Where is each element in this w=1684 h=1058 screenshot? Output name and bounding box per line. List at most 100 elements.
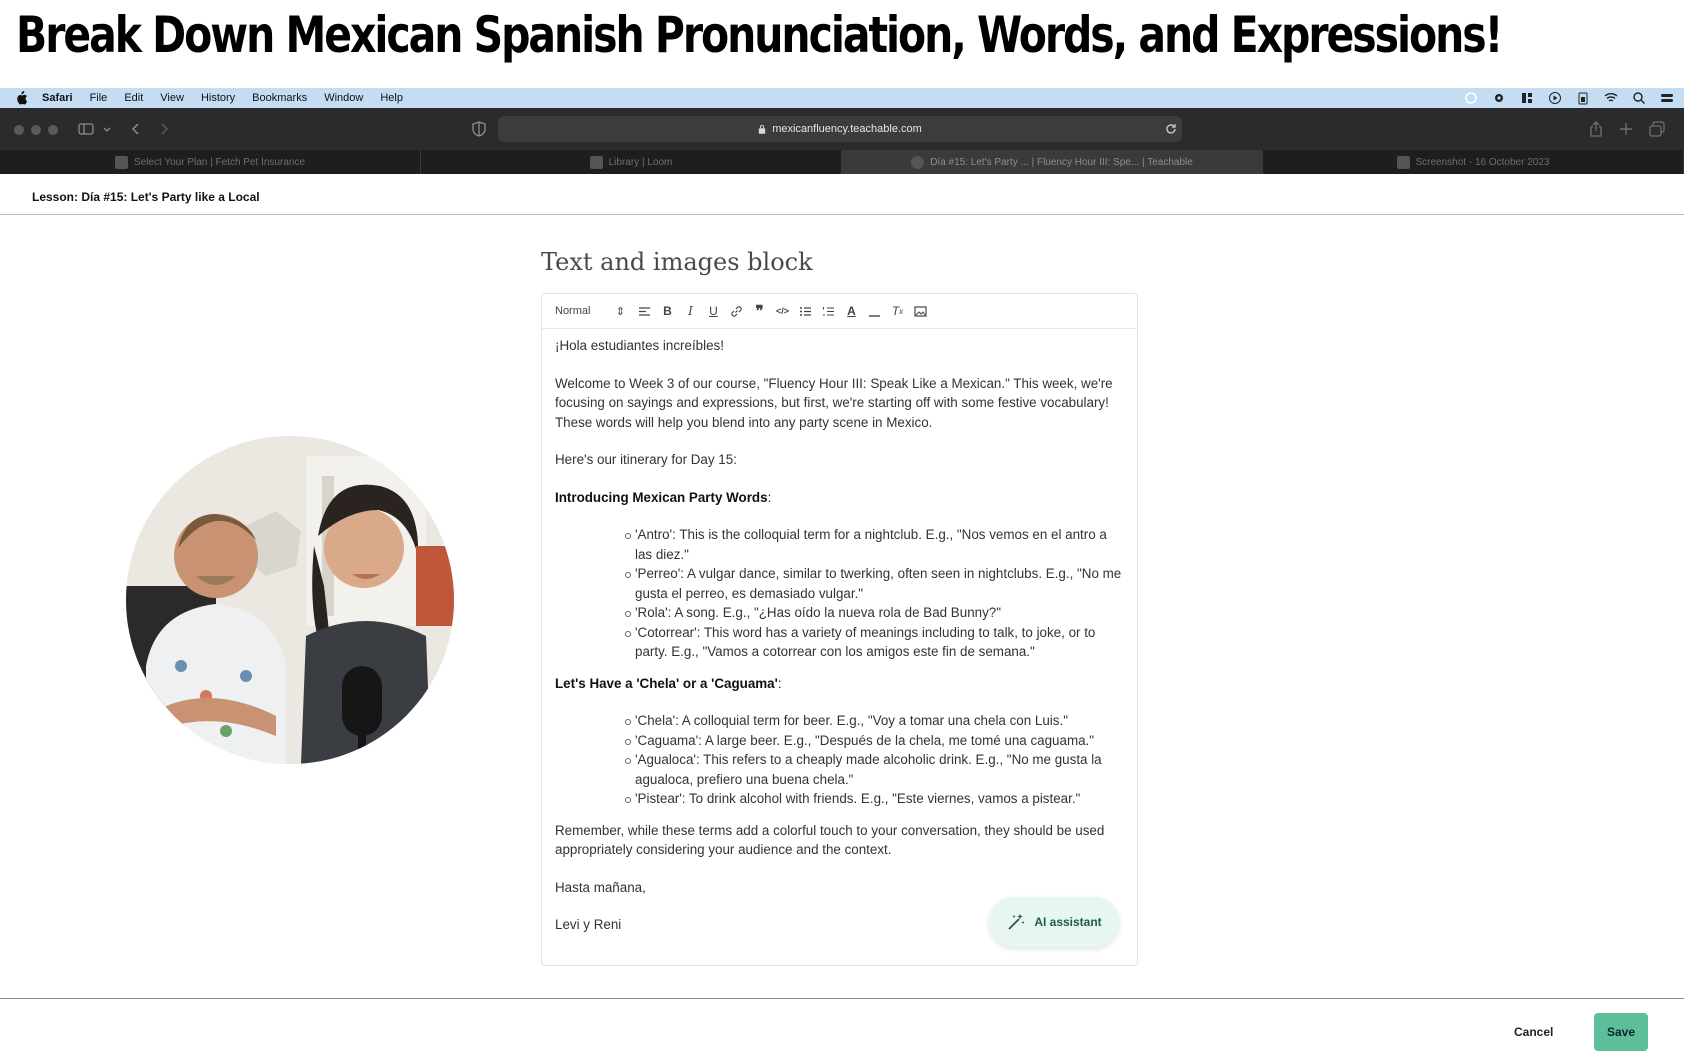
layout-icon[interactable]	[1520, 91, 1534, 105]
tab-label: Select Your Plan | Fetch Pet Insurance	[133, 156, 306, 168]
tab-teachable-lesson[interactable]: Día #15: Let's Party ... | Fluency Hour …	[842, 150, 1263, 174]
link-icon[interactable]	[725, 301, 748, 321]
list-item: 'Perreo': A vulgar dance, similar to twe…	[625, 564, 1124, 603]
address-bar-url: mexicanfluency.teachable.com	[772, 123, 922, 135]
spotlight-search-icon[interactable]	[1632, 91, 1646, 105]
forward-arrow-icon[interactable]	[155, 120, 173, 138]
menu-app-safari[interactable]: Safari	[42, 92, 73, 104]
window-minimize-button[interactable]	[31, 125, 41, 135]
tab-fetch-pet-insurance[interactable]: Select Your Plan | Fetch Pet Insurance	[0, 150, 421, 174]
battery-icon[interactable]	[1576, 91, 1590, 105]
tab-overview-icon[interactable]	[1648, 120, 1666, 138]
privacy-shield-icon[interactable]	[470, 120, 488, 138]
list-item: 'Caguama': A large beer. E.g., "Después …	[625, 731, 1124, 751]
intro-paragraph: Welcome to Week 3 of our course, "Fluenc…	[555, 375, 1113, 430]
signoff-paragraph: Hasta mañana,	[555, 879, 646, 895]
window-close-button[interactable]	[14, 125, 24, 135]
ai-assistant-button[interactable]: AI assistant	[989, 897, 1119, 947]
section-heading-suffix: :	[777, 675, 782, 691]
lesson-header: Lesson: Día #15: Let's Party like a Loca…	[0, 174, 1684, 215]
insert-image-icon[interactable]	[909, 301, 932, 321]
list-item: 'Cotorrear': This word has a variety of …	[625, 623, 1124, 662]
menu-window[interactable]: Window	[324, 92, 363, 104]
tab-label: Screenshot - 16 October 2023	[1415, 156, 1550, 168]
code-icon[interactable]: </>	[771, 301, 794, 321]
tab-favicon-icon	[911, 155, 925, 169]
sidebar-toggle-icon[interactable]	[77, 120, 95, 138]
webcam-bubble[interactable]	[126, 436, 454, 764]
list-item: 'Chela': A colloquial term for beer. E.g…	[625, 711, 1124, 731]
mac-menu-bar: Safari File Edit View History Bookmarks …	[0, 88, 1684, 108]
lock-icon	[758, 124, 766, 134]
tab-favicon-icon	[589, 155, 603, 169]
loom-status-icon[interactable]	[1464, 91, 1478, 105]
section-heading-drinks: Let's Have a 'Chela' or a 'Caguama':	[555, 674, 1124, 694]
new-tab-plus-icon[interactable]	[1617, 120, 1635, 138]
align-icon[interactable]	[633, 301, 656, 321]
section-heading-party-words: Introducing Mexican Party Words:	[555, 488, 1124, 508]
list-item: 'Rola': A song. E.g., "¿Has oído la nuev…	[625, 603, 1124, 623]
share-icon[interactable]	[1587, 120, 1605, 138]
bullet-list-icon[interactable]	[794, 301, 817, 321]
address-bar[interactable]: mexicanfluency.teachable.com	[498, 116, 1182, 142]
horizontal-rule-icon[interactable]	[863, 301, 886, 321]
menu-file[interactable]: File	[90, 92, 108, 104]
magic-wand-icon	[1008, 914, 1025, 930]
text-color-icon[interactable]: A	[840, 301, 863, 321]
menu-bookmarks[interactable]: Bookmarks	[252, 92, 307, 104]
bold-icon[interactable]: B	[656, 301, 679, 321]
block-title: Text and images block	[541, 248, 813, 276]
rich-text-editor[interactable]: Normal ⇕ B I U ❞ </> A Tx ¡Hola estudian…	[541, 293, 1138, 966]
underline-icon[interactable]: U	[702, 301, 725, 321]
banner-title: Break Down Mexican Spanish Pronunciation…	[16, 6, 1503, 64]
editor-content[interactable]: ¡Hola estudiantes increíbles! Welcome to…	[542, 329, 1137, 960]
browser-toolbar: mexicanfluency.teachable.com	[0, 108, 1684, 150]
greeting-paragraph: ¡Hola estudiantes increíbles!	[555, 338, 724, 353]
blockquote-icon[interactable]: ❞	[748, 301, 771, 321]
section-heading-text: Introducing Mexican Party Words	[555, 489, 768, 505]
party-words-list: 'Antro': This is the colloquial term for…	[625, 525, 1124, 662]
clear-format-icon[interactable]: Tx	[886, 301, 909, 321]
chevron-down-icon[interactable]	[98, 120, 116, 138]
section-heading-suffix: :	[767, 489, 772, 505]
itinerary-paragraph: Here's our itinerary for Day 15:	[555, 452, 737, 467]
reminder-paragraph: Remember, while these terms add a colorf…	[555, 822, 1105, 858]
tab-favicon-icon	[114, 155, 128, 169]
tab-label: Library | Loom	[608, 156, 673, 168]
reload-icon[interactable]	[1162, 120, 1180, 138]
select-arrows-icon: ⇕	[615, 305, 625, 318]
paragraph-format-value: Normal	[555, 304, 591, 317]
control-center-icon[interactable]	[1660, 91, 1674, 105]
tab-favicon-icon	[1396, 155, 1410, 169]
menu-history[interactable]: History	[201, 92, 235, 104]
tab-label: Día #15: Let's Party ... | Fluency Hour …	[930, 156, 1193, 168]
window-zoom-button[interactable]	[48, 125, 58, 135]
save-button[interactable]: Save	[1594, 1013, 1648, 1051]
menu-help[interactable]: Help	[380, 92, 403, 104]
tab-screenshot[interactable]: Screenshot - 16 October 2023	[1263, 150, 1684, 174]
paragraph-format-select[interactable]: Normal ⇕	[555, 305, 625, 318]
editor-footer: Cancel Save	[0, 998, 1684, 1058]
menu-edit[interactable]: Edit	[124, 92, 143, 104]
settings-gear-icon[interactable]	[1492, 91, 1506, 105]
wifi-icon[interactable]	[1604, 91, 1618, 105]
apple-icon[interactable]	[14, 91, 28, 105]
ai-assistant-label: AI assistant	[1034, 915, 1102, 929]
section-heading-text: Let's Have a 'Chela' or a 'Caguama'	[555, 675, 778, 691]
list-item: 'Antro': This is the colloquial term for…	[625, 525, 1124, 564]
list-item: 'Pistear': To drink alcohol with friends…	[625, 789, 1124, 809]
back-arrow-icon[interactable]	[127, 120, 145, 138]
tab-loom-library[interactable]: Library | Loom	[421, 150, 842, 174]
numbered-list-icon[interactable]	[817, 301, 840, 321]
lesson-title: Lesson: Día #15: Let's Party like a Loca…	[32, 190, 260, 204]
webcam-video-image	[126, 436, 454, 764]
list-item: 'Agualoca': This refers to a cheaply mad…	[625, 750, 1124, 789]
italic-icon[interactable]: I	[679, 301, 702, 321]
drink-words-list: 'Chela': A colloquial term for beer. E.g…	[625, 711, 1124, 809]
editor-toolbar: Normal ⇕ B I U ❞ </> A Tx	[542, 294, 1137, 329]
browser-tab-bar: Select Your Plan | Fetch Pet Insurance L…	[0, 150, 1684, 174]
menu-view[interactable]: View	[160, 92, 184, 104]
cancel-button[interactable]: Cancel	[1514, 1025, 1553, 1039]
video-banner: Break Down Mexican Spanish Pronunciation…	[0, 0, 1684, 88]
play-icon[interactable]	[1548, 91, 1562, 105]
